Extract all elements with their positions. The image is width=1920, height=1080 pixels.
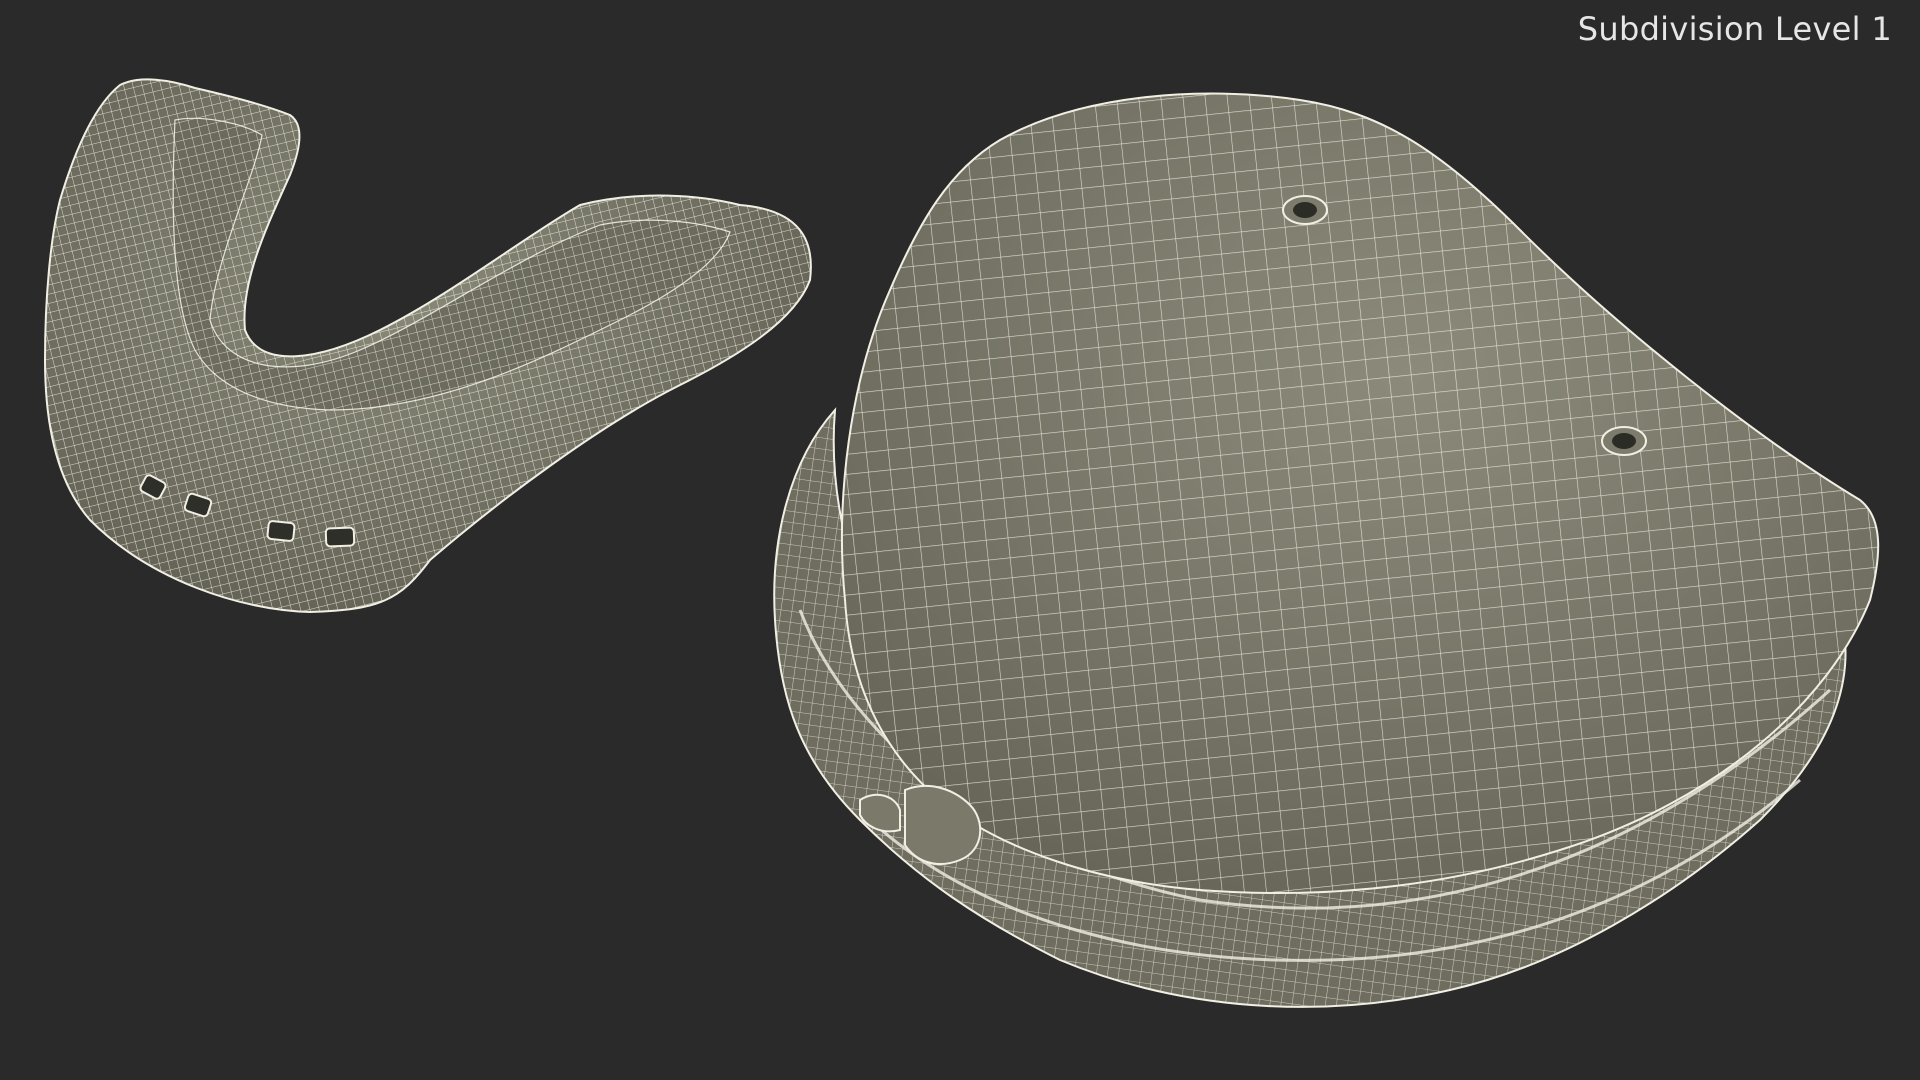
render-viewport: Subdivision Level 1 bbox=[0, 0, 1920, 1080]
mouthguard bbox=[43, 78, 812, 614]
scene-canvas bbox=[43, 78, 1880, 1008]
mouthguard-case bbox=[773, 92, 1880, 1008]
